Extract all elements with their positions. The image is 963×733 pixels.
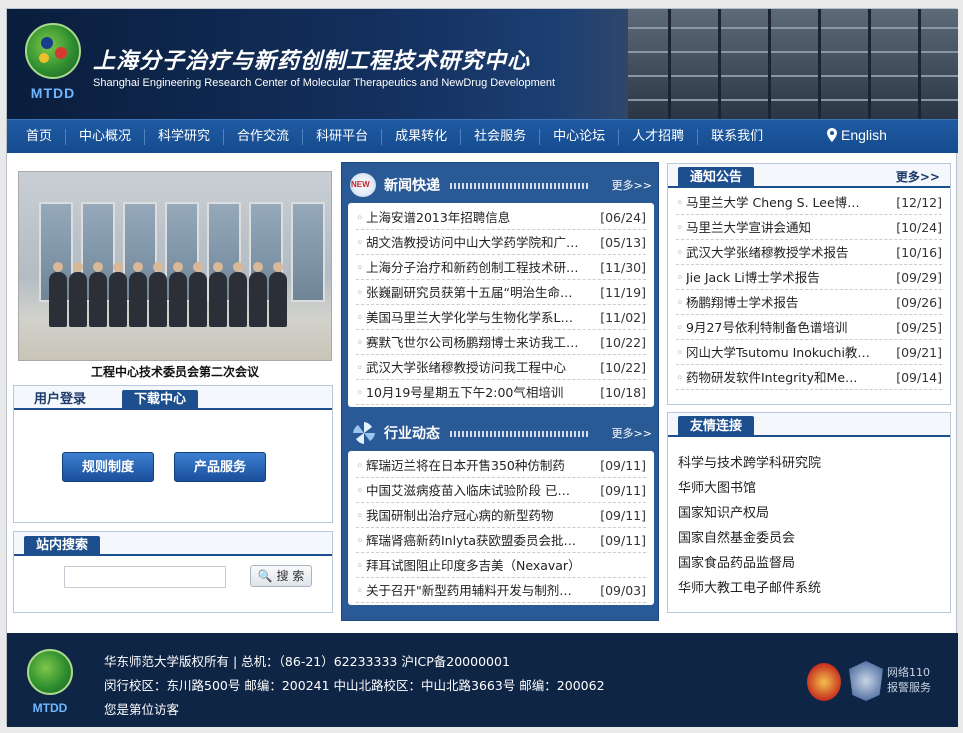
police-service-link[interactable]: 网络110 报警服务 xyxy=(887,665,931,695)
list-item[interactable]: 上海安谱2013年招聘信息[06/24] xyxy=(356,205,646,230)
photo-caption[interactable]: 工程中心技术委员会第二次会议 xyxy=(18,363,332,380)
search-box: 站内搜索 🔍 搜 索 xyxy=(13,531,333,613)
new-badge-icon: NEW xyxy=(350,173,376,197)
news-list: 上海安谱2013年招聘信息[06/24] 胡文浩教授访问中山大学药学院和广…[0… xyxy=(348,203,654,407)
search-title: 站内搜索 xyxy=(24,536,101,556)
list-item[interactable]: 武汉大学张绪穆教授访问我工程中心[10/22] xyxy=(356,355,646,380)
list-item[interactable]: 上海分子治疗和新药创制工程技术研…[11/30] xyxy=(356,255,646,280)
list-item[interactable]: 武汉大学张绪穆教授学术报告[10/16] xyxy=(676,240,942,265)
nav-item-transfer[interactable]: 成果转化 xyxy=(382,129,462,145)
list-item[interactable]: 药物研发软件Integrity和Me…[09/14] xyxy=(676,365,942,390)
list-item[interactable]: 杨鹏翔博士学术报告[09/26] xyxy=(676,290,942,315)
news-header: NEW 新闻快递 更多>> xyxy=(342,167,660,201)
list-item[interactable]: 美国马里兰大学化学与生物化学系L…[11/02] xyxy=(356,305,646,330)
police-badge-icon[interactable] xyxy=(807,663,841,701)
rules-button[interactable]: 规则制度 xyxy=(62,452,154,482)
links-box: 友情连接 科学与技术跨学科研究院 华师大图书馆 国家知识产权局 国家自然基金委员… xyxy=(667,412,951,613)
links-list: 科学与技术跨学科研究院 华师大图书馆 国家知识产权局 国家自然基金委员会 国家食… xyxy=(668,437,950,601)
logo-text: MTDD xyxy=(30,85,76,101)
notices-more-link[interactable]: 更多>> xyxy=(896,168,940,185)
notices-box: 通知公告 更多>> 马里兰大学 Cheng S. Lee博…[12/12] 马里… xyxy=(667,163,951,405)
list-item[interactable]: 辉瑞迈兰将在日本开售350种仿制药[09/11] xyxy=(356,453,646,478)
site-logo[interactable]: MTDD xyxy=(21,23,85,103)
news-column: NEW 新闻快递 更多>> 上海安谱2013年招聘信息[06/24] 胡文浩教授… xyxy=(341,162,659,621)
search-input[interactable] xyxy=(64,566,226,588)
pinwheel-icon xyxy=(353,422,375,444)
list-item[interactable]: 张巍副研究员获第十五届“明治生命…[11/19] xyxy=(356,280,646,305)
header-banner: MTDD 上海分子治疗与新药创制工程技术研究中心 Shanghai Engine… xyxy=(7,9,958,119)
list-item[interactable]: 胡文浩教授访问中山大学药学院和广…[05/13] xyxy=(356,230,646,255)
english-link[interactable]: English xyxy=(827,127,887,143)
news-more-link[interactable]: 更多>> xyxy=(612,177,652,193)
list-item[interactable]: 马里兰大学宣讲会通知[10/24] xyxy=(676,215,942,240)
nav-item-research[interactable]: 科学研究 xyxy=(145,129,225,145)
industry-title: 行业动态 xyxy=(384,426,440,442)
list-item[interactable]: 拜耳试图阻止印度多吉美（Nexavar） xyxy=(356,553,646,578)
police-shield-icon[interactable] xyxy=(849,661,883,701)
list-item[interactable]: 9月27号依利特制备色谱培训[09/25] xyxy=(676,315,942,340)
list-item[interactable]: Jie Jack Li博士学术报告[09/29] xyxy=(676,265,942,290)
list-item[interactable]: 中国艾滋病疫苗入临床试验阶段 已…[09/11] xyxy=(356,478,646,503)
nav-item-contact[interactable]: 联系我们 xyxy=(698,129,776,145)
tab-download-center[interactable]: 下载中心 xyxy=(122,390,199,410)
nav-item-jobs[interactable]: 人才招聘 xyxy=(619,129,699,145)
footer-logo-text: MTDD xyxy=(32,701,68,715)
nav-item-cooperation[interactable]: 合作交流 xyxy=(224,129,304,145)
featured-photo[interactable] xyxy=(18,171,332,361)
footer-logo: MTDD xyxy=(23,649,77,719)
industry-more-link[interactable]: 更多>> xyxy=(612,425,652,441)
products-button[interactable]: 产品服务 xyxy=(174,452,266,482)
industry-header: 行业动态 更多>> xyxy=(342,415,660,449)
main-nav: 首页 中心概况 科学研究 合作交流 科研平台 成果转化 社会服务 中心论坛 人才… xyxy=(7,119,958,153)
nav-item-forum[interactable]: 中心论坛 xyxy=(540,129,620,145)
site-title: 上海分子治疗与新药创制工程技术研究中心 xyxy=(93,48,531,74)
english-label: English xyxy=(841,127,887,143)
list-item[interactable]: 我国研制出治疗冠心病的新型药物[09/11] xyxy=(356,503,646,528)
list-item[interactable]: 10月19号星期五下午2:00气相培训[10/18] xyxy=(356,380,646,405)
search-icon: 🔍 xyxy=(257,569,273,583)
list-item[interactable]: 冈山大学Tsutomu Inokuchi教…[09/21] xyxy=(676,340,942,365)
search-button[interactable]: 🔍 搜 索 xyxy=(250,565,312,587)
nav-item-service[interactable]: 社会服务 xyxy=(461,129,541,145)
nav-item-platform[interactable]: 科研平台 xyxy=(303,129,383,145)
list-item[interactable]: 赛默飞世尔公司杨鹏翔博士来访我工…[10/22] xyxy=(356,330,646,355)
industry-list: 辉瑞迈兰将在日本开售350种仿制药[09/11] 中国艾滋病疫苗入临床试验阶段 … xyxy=(348,451,654,605)
link-item[interactable]: 科学与技术跨学科研究院 xyxy=(668,451,950,476)
news-title: 新闻快递 xyxy=(384,178,440,194)
tab-user-login[interactable]: 用户登录 xyxy=(22,390,98,410)
login-download-box: 用户登录 下载中心 规则制度 产品服务 xyxy=(13,385,333,523)
list-item[interactable]: 马里兰大学 Cheng S. Lee博…[12/12] xyxy=(676,190,942,215)
link-item[interactable]: 国家食品药品监督局 xyxy=(668,551,950,576)
nav-item-home[interactable]: 首页 xyxy=(13,129,67,145)
link-item[interactable]: 华师大教工电子邮件系统 xyxy=(668,576,950,601)
notices-title: 通知公告 xyxy=(678,167,755,188)
footer-visitor-count: 您是第位访客 xyxy=(104,702,180,717)
building-photo xyxy=(628,9,958,119)
links-title: 友情连接 xyxy=(678,416,755,437)
search-button-label: 搜 索 xyxy=(276,569,305,583)
page-frame: MTDD 上海分子治疗与新药创制工程技术研究中心 Shanghai Engine… xyxy=(6,8,958,727)
notices-list: 马里兰大学 Cheng S. Lee博…[12/12] 马里兰大学宣讲会通知[1… xyxy=(668,188,950,390)
footer-copyright: 华东师范大学版权所有 | 总机：（86-21）62233333 沪ICP备200… xyxy=(104,654,510,669)
location-pin-icon xyxy=(827,128,837,142)
footer: MTDD 华东师范大学版权所有 | 总机：（86-21）62233333 沪IC… xyxy=(7,633,958,727)
list-item[interactable]: 关于召开"新型药用辅料开发与制剂…[09/03] xyxy=(356,578,646,603)
link-item[interactable]: 国家自然基金委员会 xyxy=(668,526,950,551)
footer-address: 闵行校区：东川路500号 邮编：200241 中山北路校区：中山北路3663号 … xyxy=(104,678,605,693)
list-item[interactable]: 辉瑞肾癌新药Inlyta获欧盟委员会批…[09/11] xyxy=(356,528,646,553)
nav-item-about[interactable]: 中心概况 xyxy=(66,129,146,145)
link-item[interactable]: 华师大图书馆 xyxy=(668,476,950,501)
site-subtitle: Shanghai Engineering Research Center of … xyxy=(93,77,556,89)
link-item[interactable]: 国家知识产权局 xyxy=(668,501,950,526)
